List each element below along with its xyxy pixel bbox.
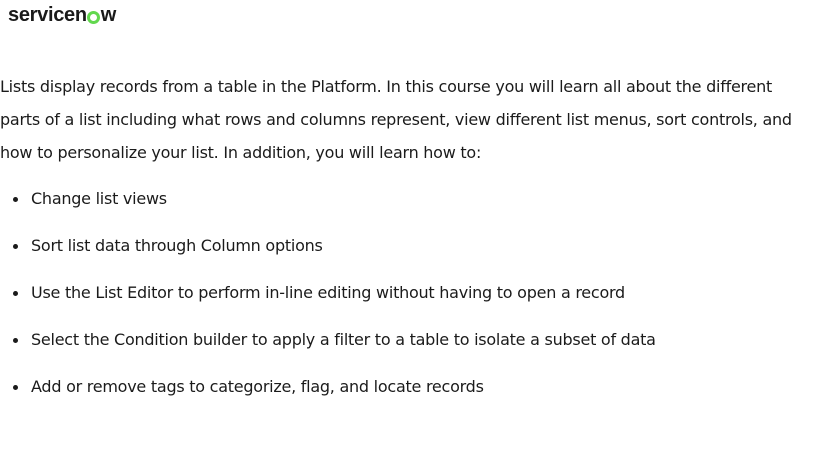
bullet-icon (13, 338, 18, 343)
learning-objectives-list: Change list views Sort list data through… (0, 183, 656, 418)
bullet-icon (13, 197, 18, 202)
list-item-text: Change list views (31, 189, 167, 208)
logo-text-end: w (100, 3, 117, 26)
list-item: Select the Condition builder to apply a … (0, 324, 656, 371)
list-item-text: Sort list data through Column options (31, 236, 323, 255)
logo-text-start: servicen (8, 3, 87, 26)
list-item-text: Use the List Editor to perform in-line e… (31, 283, 625, 302)
bullet-icon (13, 385, 18, 390)
list-item: Add or remove tags to categorize, flag, … (0, 371, 656, 418)
bullet-icon (13, 244, 18, 249)
list-item-text: Add or remove tags to categorize, flag, … (31, 377, 484, 396)
list-item: Use the List Editor to perform in-line e… (0, 277, 656, 324)
list-item: Change list views (0, 183, 656, 230)
bullet-icon (13, 291, 18, 296)
list-item-text: Select the Condition builder to apply a … (31, 330, 656, 349)
course-intro-paragraph: Lists display records from a table in th… (0, 77, 792, 162)
list-item: Sort list data through Column options (0, 230, 656, 277)
logo-o-icon (87, 10, 101, 24)
servicenow-logo: servicen w (8, 3, 116, 27)
